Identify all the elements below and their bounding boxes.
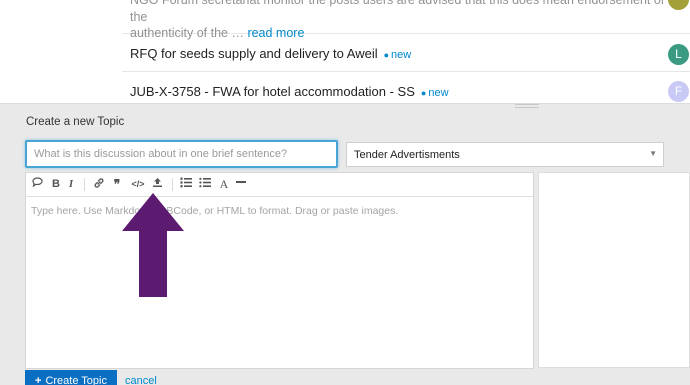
composer-panel: Create a new Topic Tender Advertisments … [0,103,690,385]
avatar[interactable]: F [668,81,689,102]
category-select[interactable]: Tender Advertisments ▼ [346,142,664,167]
new-badge[interactable]: ● new [421,87,449,99]
topic-list: NGO Forum secretariat monitor the posts … [0,0,690,103]
numbered-list-icon[interactable] [179,177,193,192]
heading-icon[interactable]: A [218,177,230,192]
toolbar-divider [84,178,85,191]
category-selected-value: Tender Advertisments [354,149,460,161]
cancel-link[interactable]: cancel [125,375,157,385]
excerpt-line-1: NGO Forum secretariat monitor the posts … [130,0,665,24]
toolbar-divider [172,178,173,191]
topic-title-link[interactable]: RFQ for seeds supply and delivery to Awe… [130,46,411,61]
emoji-icon[interactable] [31,177,44,192]
editor: B I ❞ </> A [25,172,534,369]
topic-row[interactable]: RFQ for seeds supply and delivery to Awe… [122,35,690,72]
resize-grip[interactable] [515,104,539,108]
annotation-arrow-icon [122,193,184,297]
topic-title[interactable]: JUB-X-3758 - FWA for hotel accommodation… [130,84,415,99]
new-badge-label: new [391,49,412,61]
page: NGO Forum secretariat monitor the posts … [0,0,690,385]
topic-title[interactable]: RFQ for seeds supply and delivery to Awe… [130,46,378,61]
plus-icon: + [35,375,42,385]
new-badge[interactable]: ● new [384,49,412,61]
editor-toolbar: B I ❞ </> A [26,173,533,197]
topic-title-link[interactable]: JUB-X-3758 - FWA for hotel accommodation… [130,84,449,99]
new-badge-label: new [428,87,449,99]
quote-icon[interactable]: ❞ [110,177,124,192]
italic-button[interactable]: I [66,177,76,192]
dot-icon: ● [383,50,390,60]
preview-pane [538,172,690,368]
editor-textarea[interactable] [26,198,533,368]
upload-icon[interactable] [150,177,164,192]
dot-icon: ● [420,88,427,98]
link-icon[interactable] [92,177,106,192]
topic-row[interactable]: JUB-X-3758 - FWA for hotel accommodation… [122,72,690,103]
bold-button[interactable]: B [50,177,62,192]
chevron-down-icon: ▼ [649,149,657,158]
topic-title-input[interactable] [25,140,338,168]
create-topic-label: Create Topic [45,375,107,385]
composer-heading: Create a new Topic [26,116,125,128]
avatar[interactable]: L [668,44,689,65]
horizontal-rule-icon[interactable] [235,177,247,192]
bullet-list-icon[interactable] [198,177,212,192]
topic-excerpt-row: NGO Forum secretariat monitor the posts … [122,0,690,40]
code-icon[interactable]: </> [129,177,147,192]
create-topic-button[interactable]: + Create Topic [25,370,117,385]
